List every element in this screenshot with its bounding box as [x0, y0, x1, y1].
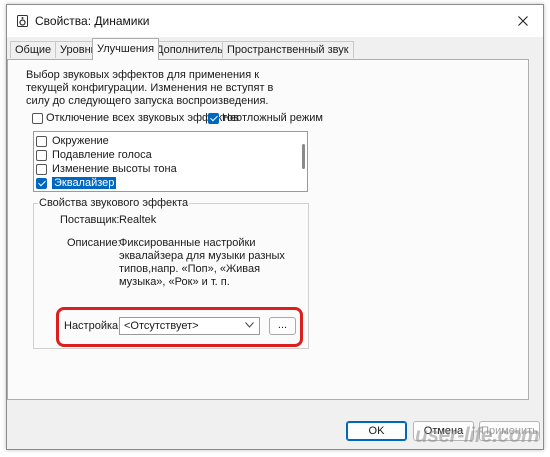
effect-label: Подавление голоса	[52, 149, 152, 161]
effect-checkbox[interactable]	[36, 177, 47, 189]
effects-list[interactable]: Окружение Подавление голоса Изменение вы…	[33, 131, 308, 192]
list-item[interactable]: Подавление голоса	[36, 148, 152, 162]
window-title: Свойства: Динамики	[35, 14, 150, 28]
list-item[interactable]: Эквалайзер	[36, 176, 117, 190]
effect-label: Окружение	[52, 135, 109, 147]
chevron-down-icon	[245, 322, 254, 328]
disable-all-checkbox-box[interactable]	[32, 112, 43, 124]
immediate-mode-checkbox-box[interactable]	[208, 112, 219, 124]
immediate-mode-label: Неотложный режим	[222, 112, 323, 124]
title-bar: Свойства: Динамики	[7, 5, 543, 37]
provider-value: Realtek	[119, 214, 157, 226]
list-scrollbar[interactable]	[302, 144, 305, 169]
enhancements-description: Выбор звуковых эффектов для применения к…	[26, 69, 274, 107]
group-legend: Свойства звукового эффекта	[38, 197, 190, 209]
ok-button[interactable]: OK	[346, 421, 407, 441]
effect-label: Эквалайзер	[52, 177, 117, 189]
list-item[interactable]: Окружение	[36, 134, 109, 148]
more-settings-button[interactable]: ...	[269, 317, 296, 335]
close-icon	[518, 16, 528, 26]
tab-general[interactable]: Общие	[10, 41, 57, 58]
close-button[interactable]	[503, 5, 543, 37]
setting-label: Настройка:	[64, 320, 122, 332]
list-item[interactable]: Изменение высоты тона	[36, 162, 177, 176]
effect-label: Изменение высоты тона	[52, 163, 177, 175]
effect-checkbox[interactable]	[36, 149, 47, 161]
tab-spatial-sound[interactable]: Пространственный звук	[222, 41, 354, 58]
effect-checkbox[interactable]	[36, 163, 47, 175]
setting-dropdown-value: <Отсутствует>	[124, 320, 199, 332]
setting-dropdown[interactable]: <Отсутствует>	[119, 317, 260, 335]
description-value: Фиксированные настройки эквалайзера для …	[119, 237, 285, 288]
immediate-mode-checkbox[interactable]: Неотложный режим	[208, 112, 323, 124]
provider-label: Поставщик:	[60, 214, 120, 226]
speaker-icon	[17, 15, 28, 27]
effect-checkbox[interactable]	[36, 135, 47, 147]
description-label: Описание:	[67, 237, 121, 249]
watermark: user-life.com	[415, 424, 540, 447]
tab-enhancements[interactable]: Улучшения	[92, 38, 160, 60]
